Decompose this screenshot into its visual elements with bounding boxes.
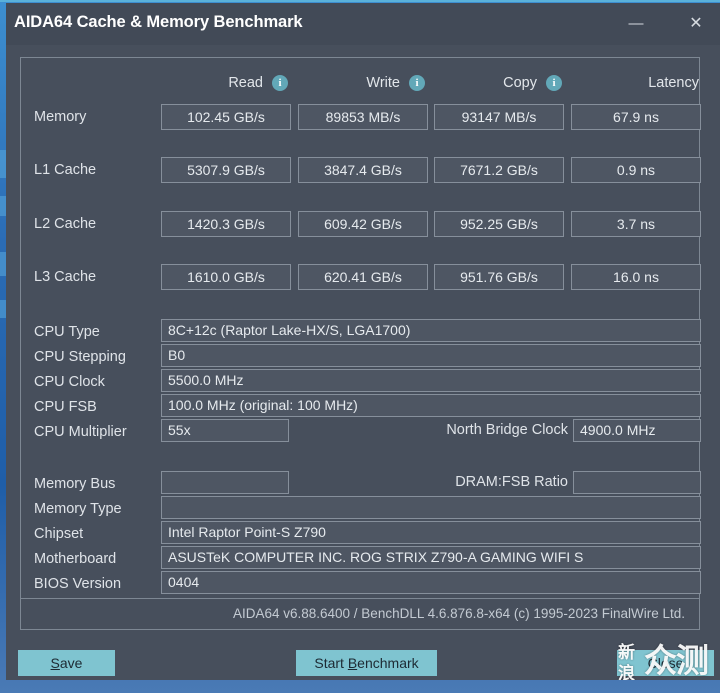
cell-l1-latency: 0.9 ns	[571, 157, 701, 183]
start-label-pre: Start	[314, 655, 348, 671]
label-cpu-multiplier: CPU Multiplier	[34, 424, 127, 440]
column-header-write-label: Write	[366, 75, 400, 92]
label-cpu-type: CPU Type	[34, 324, 100, 340]
version-info-text: AIDA64 v6.88.6400 / BenchDLL 4.6.876.8-x…	[20, 599, 700, 630]
cell-memory-copy: 93147 MB/s	[434, 104, 564, 130]
info-icon-read[interactable]: i	[272, 75, 288, 92]
start-accel-letter: B	[347, 655, 358, 671]
label-north-bridge-clock: North Bridge Clock	[446, 422, 568, 438]
label-dram-fsb-ratio: DRAM:FSB Ratio	[455, 474, 568, 490]
aida64-benchmark-window: AIDA64 Cache & Memory Benchmark — ✕ Read…	[6, 3, 720, 680]
row-label-l2-cache: L2 Cache	[34, 216, 97, 232]
close-button[interactable]: Close	[617, 650, 714, 676]
row-label-memory: Memory	[34, 109, 87, 125]
cell-l1-write: 3847.4 GB/s	[298, 157, 428, 183]
column-header-read-label: Read	[228, 75, 263, 92]
start-benchmark-button[interactable]: Start Benchmark	[296, 650, 437, 676]
value-motherboard: ASUSTeK COMPUTER INC. ROG STRIX Z790-A G…	[161, 546, 701, 569]
save-button-label-rest: ave	[59, 655, 83, 671]
start-label-post: enchmark	[357, 655, 419, 671]
label-cpu-stepping: CPU Stepping	[34, 349, 126, 365]
cell-l3-copy: 951.76 GB/s	[434, 264, 564, 290]
column-header-latency-label: Latency	[648, 75, 699, 92]
label-cpu-fsb: CPU FSB	[34, 399, 97, 415]
cell-memory-write: 89853 MB/s	[298, 104, 428, 130]
label-chipset: Chipset	[34, 526, 84, 542]
cell-memory-latency: 67.9 ns	[571, 104, 701, 130]
save-button[interactable]: Save	[18, 650, 115, 676]
value-bios-version: 0404	[161, 571, 701, 594]
label-memory-bus: Memory Bus	[34, 476, 116, 492]
value-cpu-fsb: 100.0 MHz (original: 100 MHz)	[161, 394, 701, 417]
cell-l3-read: 1610.0 GB/s	[161, 264, 291, 290]
cell-l1-read: 5307.9 GB/s	[161, 157, 291, 183]
value-dram-fsb-ratio	[573, 471, 701, 494]
label-bios-version: BIOS Version	[34, 576, 122, 592]
value-cpu-multiplier: 55x	[161, 419, 289, 442]
column-header-latency: Latency	[567, 73, 705, 93]
column-header-read: Read i	[156, 73, 288, 93]
cell-l2-latency: 3.7 ns	[571, 211, 701, 237]
title-bar: AIDA64 Cache & Memory Benchmark — ✕	[6, 3, 720, 45]
cell-l2-copy: 952.25 GB/s	[434, 211, 564, 237]
cell-l1-copy: 7671.2 GB/s	[434, 157, 564, 183]
minimize-button[interactable]: —	[614, 3, 658, 45]
cell-l2-read: 1420.3 GB/s	[161, 211, 291, 237]
cell-l3-write: 620.41 GB/s	[298, 264, 428, 290]
value-cpu-stepping: B0	[161, 344, 701, 367]
column-header-copy: Copy i	[430, 73, 562, 93]
column-header-write: Write i	[293, 73, 425, 93]
value-cpu-type: 8C+12c (Raptor Lake-HX/S, LGA1700)	[161, 319, 701, 342]
row-label-l3-cache: L3 Cache	[34, 269, 97, 285]
close-window-button[interactable]: ✕	[674, 3, 718, 45]
value-memory-type	[161, 496, 701, 519]
value-memory-bus	[161, 471, 289, 494]
save-accel-letter: S	[50, 655, 60, 671]
label-motherboard: Motherboard	[34, 551, 117, 567]
value-north-bridge-clock: 4900.0 MHz	[573, 419, 701, 442]
info-icon-write[interactable]: i	[409, 75, 425, 92]
info-icon-copy[interactable]: i	[546, 75, 562, 92]
column-header-copy-label: Copy	[503, 75, 537, 92]
window-title: AIDA64 Cache & Memory Benchmark	[14, 13, 303, 31]
cell-l2-write: 609.42 GB/s	[298, 211, 428, 237]
cell-memory-read: 102.45 GB/s	[161, 104, 291, 130]
label-memory-type: Memory Type	[34, 501, 122, 517]
label-cpu-clock: CPU Clock	[34, 374, 105, 390]
row-label-l1-cache: L1 Cache	[34, 162, 97, 178]
value-chipset: Intel Raptor Point-S Z790	[161, 521, 701, 544]
value-cpu-clock: 5500.0 MHz	[161, 369, 701, 392]
cell-l3-latency: 16.0 ns	[571, 264, 701, 290]
